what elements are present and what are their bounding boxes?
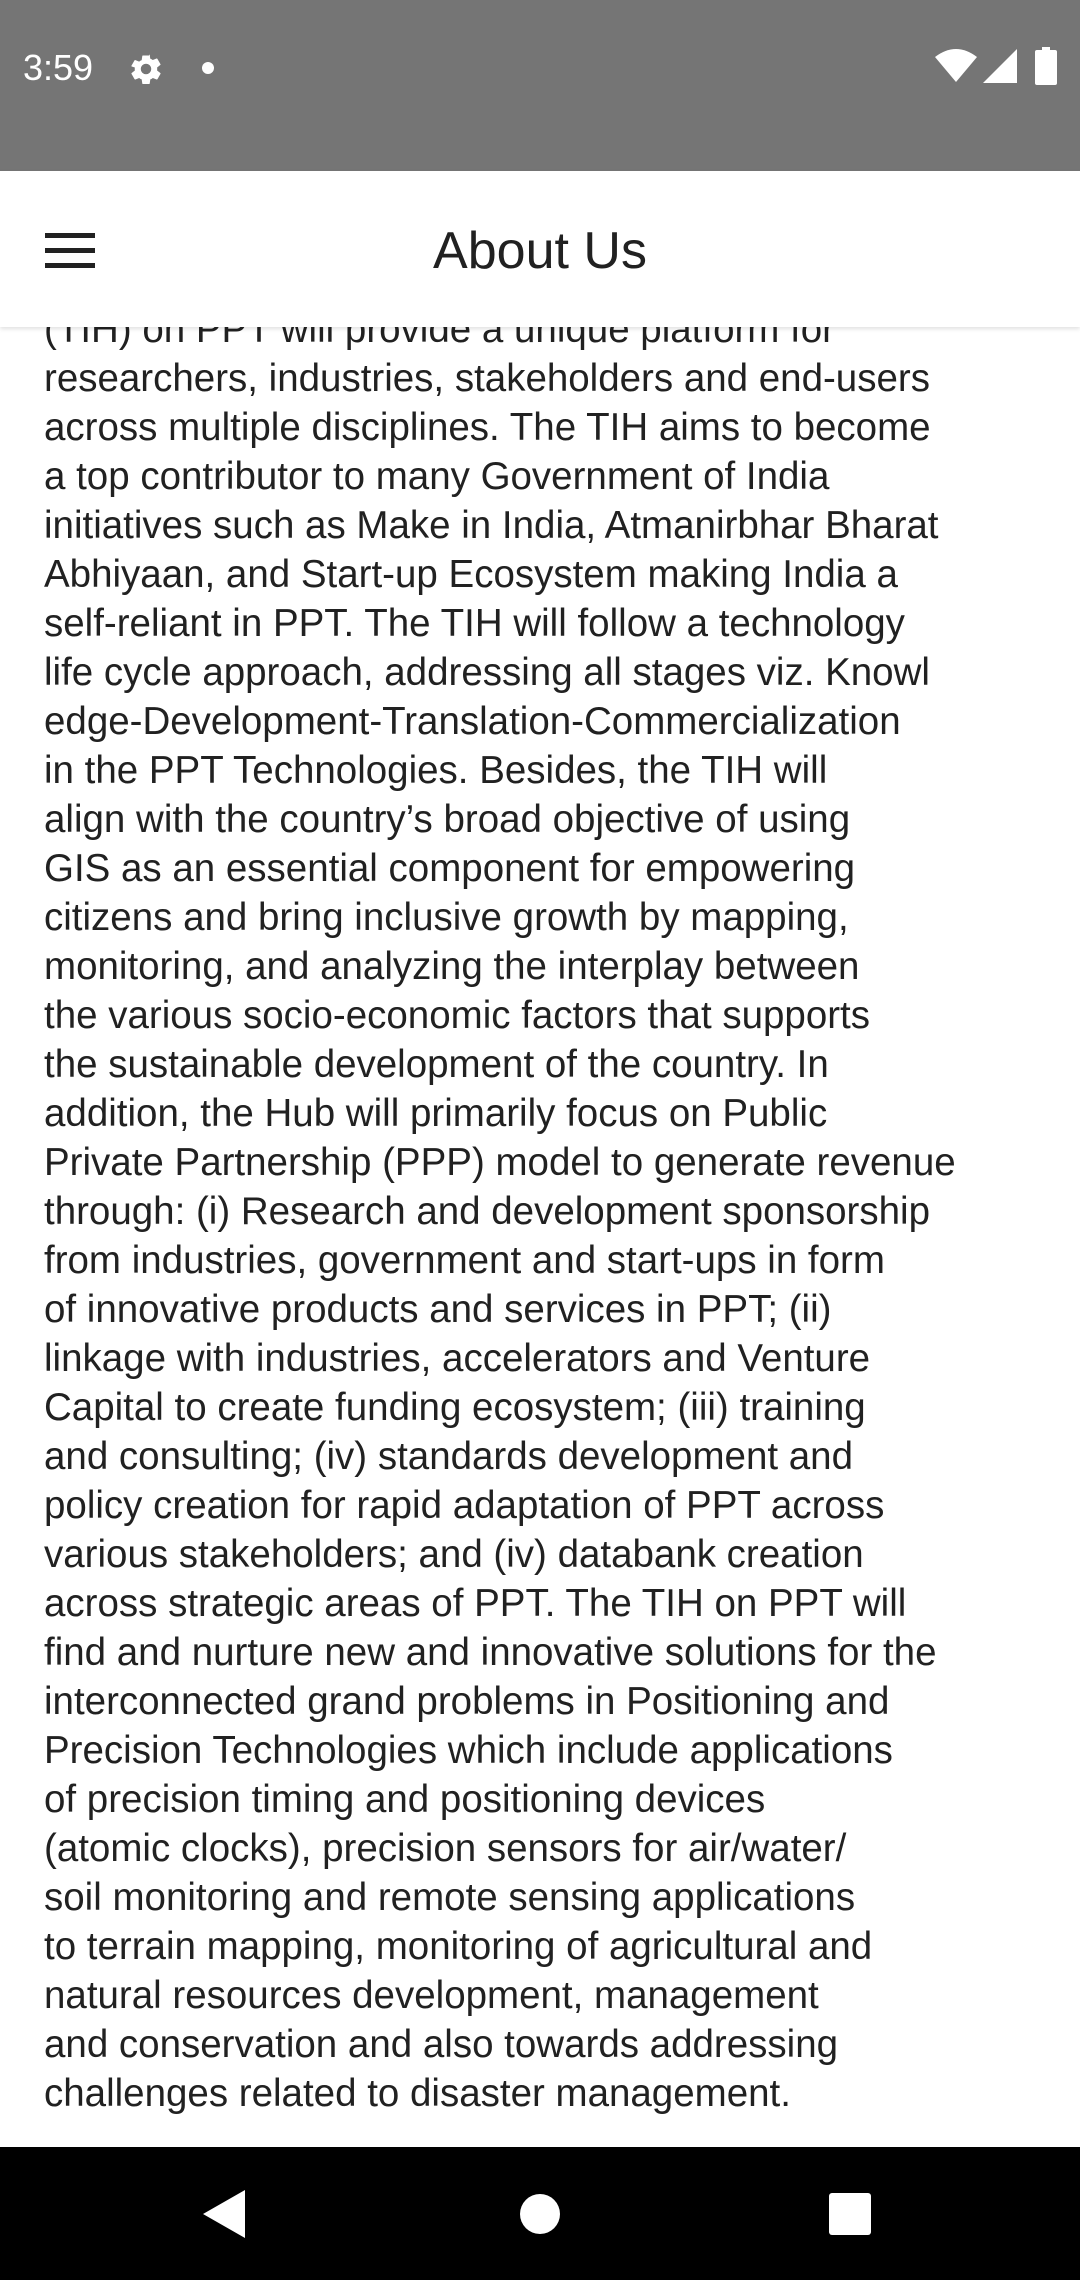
back-icon: [203, 2190, 245, 2238]
text-line: align with the country’s broad objective…: [44, 798, 851, 841]
text-line: across strategic areas of PPT. The TIH o…: [44, 1582, 907, 1625]
text-line: initiatives such as Make in India, Atman…: [44, 504, 939, 547]
home-button[interactable]: [495, 2169, 585, 2259]
recents-button[interactable]: [805, 2169, 895, 2259]
wifi-icon: [934, 46, 978, 86]
text-line: GIS as an essential component for empowe…: [44, 847, 856, 890]
status-time: 3:59: [23, 47, 94, 88]
battery-icon: [1032, 46, 1060, 86]
text-line: addition, the Hub will primarily focus o…: [44, 1092, 828, 1135]
notification-dot-icon: [198, 58, 218, 78]
text-line: interconnected grand problems in Positio…: [44, 1680, 890, 1723]
text-line: from industries, government and start-up…: [44, 1239, 885, 1282]
status-bar: 3:59: [0, 0, 1080, 171]
text-line: across multiple disciplines. The TIH aim…: [44, 406, 931, 449]
text-line: through: (i) Research and development sp…: [44, 1190, 931, 1233]
text-line: to terrain mapping, monitoring of agricu…: [44, 1925, 873, 1968]
text-line: monitoring, and analyzing the interplay …: [44, 945, 860, 988]
text-line: natural resources development, managemen…: [44, 1974, 819, 2017]
text-line: edge-Development-Translation-Commerciali…: [44, 700, 901, 743]
home-icon: [520, 2194, 560, 2234]
text-line: challenges related to disaster managemen…: [44, 2072, 791, 2115]
text-line: citizens and bring inclusive growth by m…: [44, 896, 849, 939]
text-line: find and nurture new and innovative solu…: [44, 1631, 937, 1674]
text-line: life cycle approach, addressing all stag…: [44, 651, 930, 694]
text-line: of innovative products and services in P…: [44, 1288, 832, 1331]
text-line: of precision timing and positioning devi…: [44, 1778, 766, 1821]
text-line: linkage with industries, accelerators an…: [44, 1337, 871, 1380]
text-line: Private Partnership (PPP) model to gener…: [44, 1141, 956, 1184]
text-line: the various socio-economic factors that …: [44, 994, 871, 1037]
text-line: a top contributor to many Government of …: [44, 455, 830, 498]
text-line: soil monitoring and remote sensing appli…: [44, 1876, 856, 1919]
text-line: self-reliant in PPT. The TIH will follow…: [44, 602, 905, 645]
text-line: Precision Technologies which include app…: [44, 1729, 893, 1772]
text-line: Capital to create funding ecosystem; (ii…: [44, 1386, 866, 1429]
recents-icon: [829, 2193, 871, 2235]
text-line: researchers, industries, stakeholders an…: [44, 357, 930, 400]
page-title: About Us: [433, 222, 647, 280]
text-line: (TIH) on PPT will provide a unique platf…: [44, 327, 835, 351]
text-line: Abhiyaan, and Start-up Ecosystem making …: [44, 553, 898, 596]
cellular-signal-icon: [982, 48, 1018, 84]
text-line: (atomic clocks), precision sensors for a…: [44, 1827, 847, 1870]
about-text: (TIH) on PPT will provide a unique platf…: [44, 327, 1044, 2118]
text-line: and conservation and also towards addres…: [44, 2023, 839, 2066]
text-line: the sustainable development of the count…: [44, 1043, 829, 1086]
text-line: policy creation for rapid adaptation of …: [44, 1484, 885, 1527]
app-bar: About Us: [0, 171, 1080, 327]
back-button[interactable]: [180, 2169, 270, 2259]
about-content[interactable]: (TIH) on PPT will provide a unique platf…: [0, 327, 1080, 2147]
text-line: and consulting; (iv) standards developme…: [44, 1435, 853, 1478]
navigation-bar: [0, 2147, 1080, 2280]
text-line: various stakeholders; and (iv) databank …: [44, 1533, 864, 1576]
settings-icon: [126, 49, 166, 89]
text-line: in the PPT Technologies. Besides, the TI…: [44, 749, 828, 792]
